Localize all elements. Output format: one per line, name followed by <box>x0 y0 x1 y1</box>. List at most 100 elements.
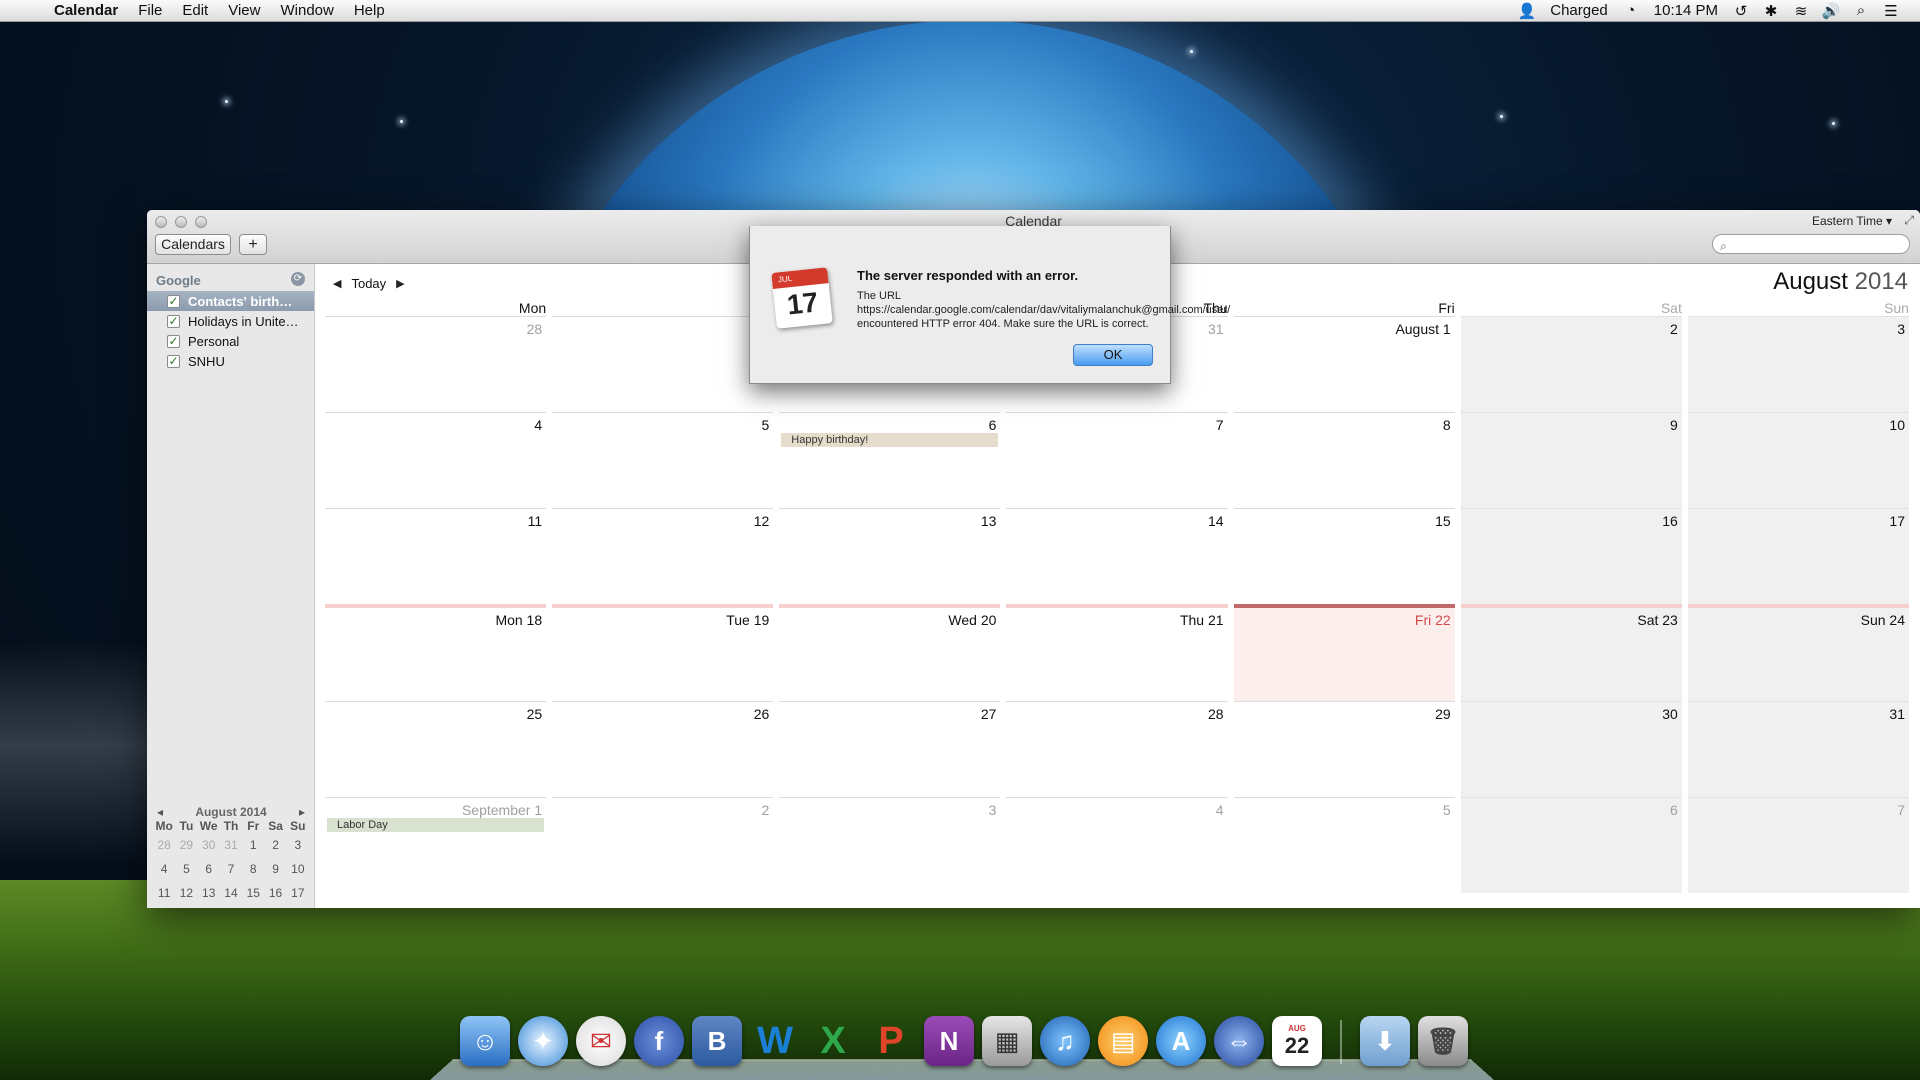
calendars-button[interactable]: Calendars <box>155 234 231 255</box>
day-cell[interactable]: 26 <box>552 700 774 797</box>
mini-day[interactable]: 29 <box>175 838 197 852</box>
word-icon[interactable]: W <box>750 1016 800 1066</box>
checkbox[interactable]: ✓ <box>167 334 180 348</box>
mini-day[interactable]: 30 <box>198 838 220 852</box>
day-cell[interactable]: Wed 20 <box>779 604 1001 700</box>
mini-day[interactable]: 11 <box>153 886 175 900</box>
day-cell[interactable]: 28 <box>325 316 547 412</box>
day-cell[interactable]: 27 <box>779 700 1001 797</box>
clock[interactable]: 10:14 PM <box>1646 0 1726 22</box>
user-icon[interactable]: 👤 <box>1512 0 1542 22</box>
mini-day[interactable]: 28 <box>153 838 175 852</box>
sidebar-item-holidays[interactable]: ✓ Holidays in Unite… <box>147 311 314 331</box>
day-cell[interactable]: 29 <box>1233 700 1455 797</box>
excel-icon[interactable]: X <box>808 1016 858 1066</box>
day-cell[interactable]: 25 <box>325 700 547 797</box>
event-happy-birthday[interactable]: Happy birthday! <box>781 433 999 448</box>
day-cell[interactable]: Sat 23 <box>1460 604 1682 701</box>
menu-file[interactable]: File <box>128 0 172 22</box>
search-input[interactable]: ⌕ <box>1712 234 1910 254</box>
day-cell[interactable]: 13 <box>779 508 1001 604</box>
account-sync-icon[interactable]: ⟳ <box>291 272 305 286</box>
today-button[interactable]: Today <box>351 276 386 291</box>
trash-icon[interactable]: 🗑 <box>1418 1016 1468 1066</box>
finder-icon[interactable]: ☺ <box>460 1016 510 1066</box>
day-cell[interactable]: 3 <box>1687 316 1909 413</box>
mail-stamp-icon[interactable]: ✉ <box>576 1016 626 1066</box>
day-cell[interactable]: 14 <box>1006 508 1228 604</box>
notification-center-icon[interactable]: ☰ <box>1876 0 1906 22</box>
day-cell-today[interactable]: Fri 22 <box>1233 604 1455 701</box>
gauge-icon[interactable]: ◔ <box>1616 0 1646 22</box>
menu-window[interactable]: Window <box>270 0 343 22</box>
day-cell[interactable]: 7 <box>1687 796 1909 893</box>
menu-view[interactable]: View <box>218 0 270 22</box>
previous-month-icon[interactable]: ◀ <box>333 277 341 290</box>
mini-day[interactable]: 2 <box>264 838 286 852</box>
checkbox[interactable]: ✓ <box>167 294 180 308</box>
timezone-selector[interactable]: Eastern Time ▾ <box>1812 214 1892 228</box>
sidebar-item-personal[interactable]: ✓ Personal <box>147 331 314 351</box>
day-cell[interactable]: Sun 24 <box>1687 604 1909 701</box>
day-cell[interactable]: 7 <box>1006 412 1228 508</box>
event-labor-day[interactable]: Labor Day <box>327 817 545 832</box>
mini-day[interactable]: 10 <box>287 862 309 876</box>
day-cell[interactable]: 6 Happy birthday! <box>779 412 1001 508</box>
mini-day[interactable]: 17 <box>287 886 309 900</box>
mini-day[interactable]: 5 <box>175 862 197 876</box>
day-cell[interactable]: 4 <box>1006 796 1228 893</box>
sidebar-item-snhu[interactable]: ✓ SNHU <box>147 351 314 371</box>
day-cell[interactable]: 9 <box>1460 412 1682 509</box>
day-cell[interactable]: 2 <box>552 796 774 893</box>
day-cell[interactable] <box>552 316 774 412</box>
ok-button[interactable]: OK <box>1073 344 1153 366</box>
day-cell[interactable]: 15 <box>1233 508 1455 604</box>
day-cell[interactable]: Tue 19 <box>552 604 774 700</box>
itunes-icon[interactable]: ♫ <box>1040 1016 1090 1066</box>
menu-app-name[interactable]: Calendar <box>52 0 128 22</box>
mini-day[interactable]: 4 <box>153 862 175 876</box>
day-cell[interactable]: 31 <box>1687 700 1909 797</box>
calendar-dock-icon[interactable]: AUG 22 <box>1272 1016 1322 1066</box>
day-cell[interactable]: 10 <box>1687 412 1909 509</box>
menu-edit[interactable]: Edit <box>172 0 218 22</box>
wifi-icon[interactable]: ≋ <box>1786 0 1816 22</box>
day-cell[interactable]: 2 <box>1460 316 1682 413</box>
teamviewer-icon[interactable]: ⇔ <box>1214 1016 1264 1066</box>
day-cell[interactable]: 11 <box>325 508 547 604</box>
vk-icon[interactable]: B <box>692 1016 742 1066</box>
checkbox[interactable]: ✓ <box>167 354 180 368</box>
day-cell[interactable]: 28 <box>1006 700 1228 797</box>
mini-day[interactable]: 8 <box>242 862 264 876</box>
day-cell[interactable]: 3 <box>779 796 1001 893</box>
day-cell[interactable]: Mon 18 <box>325 604 547 700</box>
mini-day[interactable]: 13 <box>198 886 220 900</box>
battery-status[interactable]: Charged <box>1542 0 1616 22</box>
ibooks-icon[interactable]: ▤ <box>1098 1016 1148 1066</box>
mini-day[interactable]: 7 <box>220 862 242 876</box>
day-cell[interactable]: 12 <box>552 508 774 604</box>
mini-next-icon[interactable]: ▸ <box>299 805 305 819</box>
facebook-icon[interactable]: f <box>634 1016 684 1066</box>
day-cell[interactable]: Thu 21 <box>1006 604 1228 700</box>
app-store-icon[interactable]: A <box>1156 1016 1206 1066</box>
day-cell[interactable]: 17 <box>1687 508 1909 605</box>
mini-day[interactable]: 1 <box>242 838 264 852</box>
onenote-icon[interactable]: N <box>924 1016 974 1066</box>
day-cell[interactable]: 5 <box>1233 796 1455 893</box>
day-cell[interactable]: 4 <box>325 412 547 508</box>
fullscreen-icon[interactable]: ⤢ <box>1904 213 1914 228</box>
day-cell[interactable]: 5 <box>552 412 774 508</box>
time-machine-icon[interactable]: ↺ <box>1726 0 1756 22</box>
mini-day[interactable]: 14 <box>220 886 242 900</box>
mini-day[interactable]: 31 <box>220 838 242 852</box>
calculator-icon[interactable]: ▦ <box>982 1016 1032 1066</box>
day-cell[interactable]: 8 <box>1233 412 1455 508</box>
day-cell[interactable]: 6 <box>1460 796 1682 893</box>
mini-day[interactable]: 12 <box>175 886 197 900</box>
mini-day[interactable]: 6 <box>198 862 220 876</box>
volume-icon[interactable]: 🔊 <box>1816 0 1846 22</box>
checkbox[interactable]: ✓ <box>167 314 180 328</box>
spotlight-search-icon[interactable]: ⌕ <box>1846 0 1876 22</box>
mini-prev-icon[interactable]: ◂ <box>157 805 163 819</box>
